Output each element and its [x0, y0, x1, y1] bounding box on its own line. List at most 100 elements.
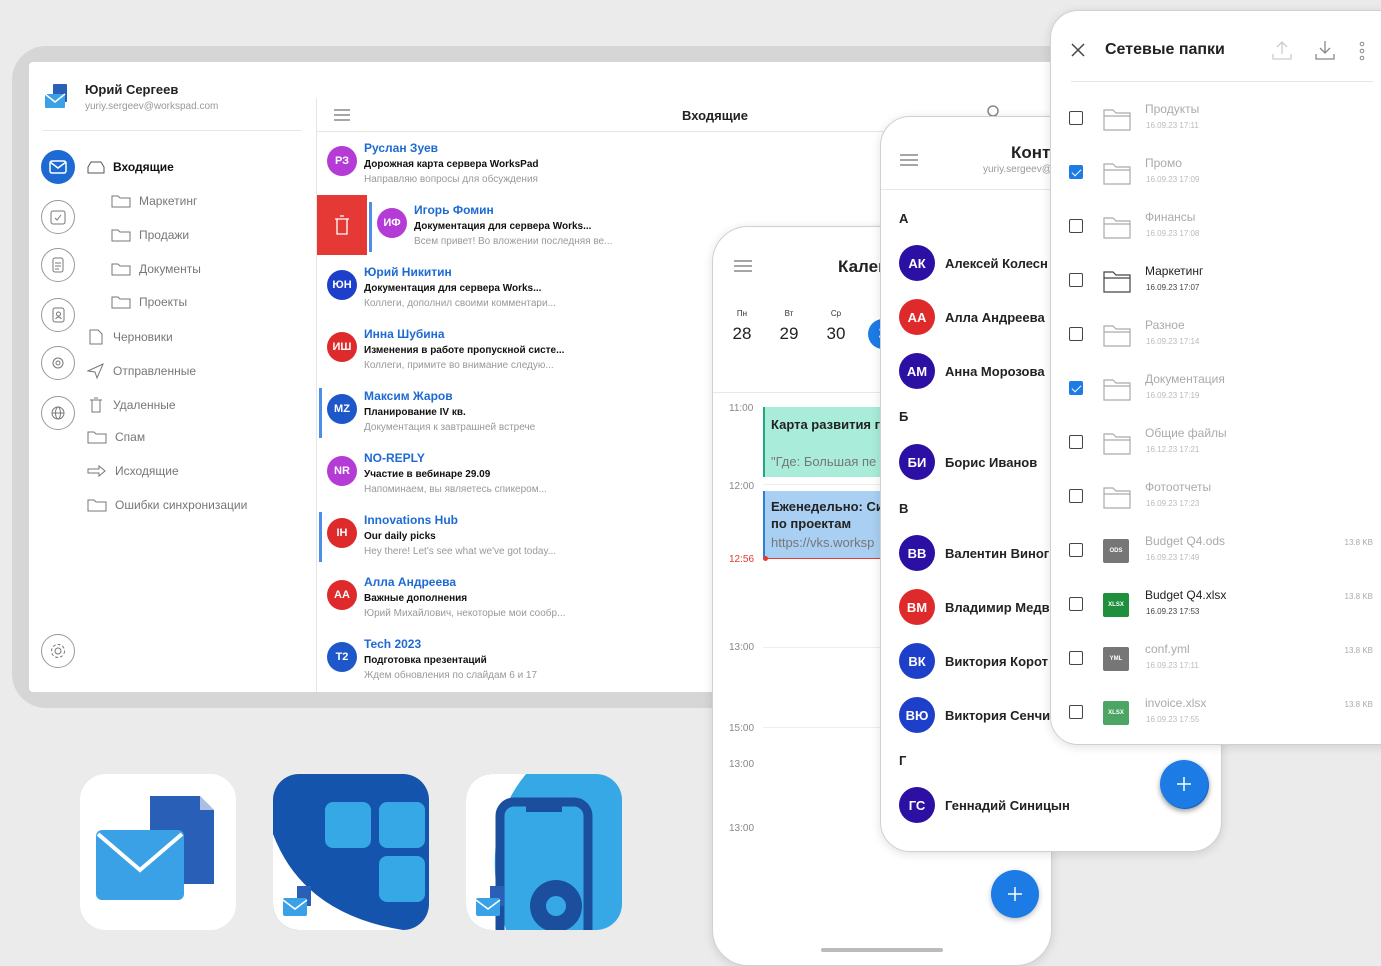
checkbox[interactable]	[1069, 381, 1083, 395]
day-column[interactable]: Ср 30	[821, 309, 851, 344]
contact-name: Анна Морозова	[945, 363, 1045, 379]
file-date: 16.09.23 17:09	[1146, 175, 1200, 184]
contact-name: Алла Андреева	[945, 309, 1045, 325]
device-management-app-icon[interactable]	[466, 774, 622, 930]
mail-icon[interactable]	[41, 150, 75, 184]
contact-name: Валентин Виног	[945, 545, 1050, 561]
contact-item[interactable]: ГС Геннадий Синицын	[899, 785, 1070, 825]
checkbox[interactable]	[1069, 651, 1083, 665]
folder-sync-errors[interactable]: Ошибки синхронизации	[87, 498, 247, 512]
checkbox[interactable]	[1069, 597, 1083, 611]
event-card[interactable]: Еженедельно: Си по проектам https://vks.…	[763, 491, 893, 559]
file-name: invoice.xlsx	[1145, 696, 1207, 710]
mail-item[interactable]: ИШ Инна Шубина Изменения в работе пропускн…	[317, 318, 617, 380]
file-row[interactable]: Общие файлы 16.12.23 17:21	[1051, 417, 1381, 471]
mail-sender: Руслан Зуев	[364, 141, 439, 155]
folder-inbox[interactable]: Входящие	[87, 160, 174, 174]
folder-projects[interactable]: Проекты	[111, 295, 187, 309]
contact-item[interactable]: ВЮ Виктория Сенчи	[899, 695, 1050, 735]
add-event-button[interactable]	[991, 870, 1039, 918]
notes-icon[interactable]	[41, 248, 75, 282]
day-date: 29	[779, 324, 799, 343]
mail-item[interactable]: ЮН Юрий Никитин Документация для сервера W…	[317, 256, 617, 318]
contact-item[interactable]: ВВ Валентин Виног	[899, 533, 1049, 573]
mail-item[interactable]: NR NO-REPLY Участие в вебинаре 29.09 Напоми…	[317, 442, 617, 504]
trash-icon	[335, 215, 349, 235]
netfolders-title: Сетевые папки	[1105, 41, 1225, 58]
day-column[interactable]: Вт 29	[774, 309, 804, 344]
contact-item[interactable]: АА Алла Андреева	[899, 297, 1045, 337]
file-row[interactable]: Маркетинг 16.09.23 17:07	[1051, 255, 1381, 309]
mail-item[interactable]: IH Innovations Hub Our daily picks Hey ther…	[317, 504, 617, 566]
contacts-icon[interactable]	[41, 298, 75, 332]
checkbox[interactable]	[1069, 435, 1083, 449]
file-date: 16.09.23 17:23	[1146, 499, 1200, 508]
checkbox[interactable]	[1069, 165, 1083, 179]
settings-profile-icon[interactable]	[41, 346, 75, 380]
contact-item[interactable]: АК Алексей Колесн	[899, 243, 1048, 283]
folder-label: Черновики	[113, 330, 173, 344]
file-row[interactable]: Фотоотчеты 16.09.23 17:23	[1051, 471, 1381, 525]
add-file-button[interactable]	[1160, 760, 1208, 808]
contact-item[interactable]: БИ Борис Иванов	[899, 442, 1037, 482]
checkbox[interactable]	[1069, 327, 1083, 341]
folder-drafts[interactable]: Черновики	[87, 329, 173, 345]
contact-item[interactable]: АМ Анна Морозова	[899, 351, 1045, 391]
contact-name: Виктория Сенчи	[945, 707, 1051, 723]
contact-item[interactable]: ВК Виктория Корот	[899, 641, 1048, 681]
day-date: 28	[732, 324, 752, 343]
mail-item[interactable]: MZ Максим Жаров Планирование IV кв. Докумен…	[317, 380, 617, 442]
mail-item[interactable]: ИФ Игорь Фомин Документация для сервера Wo…	[367, 194, 667, 256]
checkbox[interactable]	[1069, 111, 1083, 125]
unread-indicator	[369, 202, 372, 252]
divider	[1071, 81, 1373, 82]
folder-outbox[interactable]: Исходящие	[87, 464, 179, 478]
file-row[interactable]: Продукты 16.09.23 17:11	[1051, 93, 1381, 147]
event-title-line2: по проектам	[771, 516, 852, 531]
folder-spam[interactable]: Спам	[87, 430, 145, 444]
checkbox[interactable]	[1069, 489, 1083, 503]
file-row[interactable]: Документация 16.09.23 17:19	[1051, 363, 1381, 417]
mail-sender: Алла Андреева	[364, 575, 457, 589]
mail-app-icon[interactable]	[80, 774, 236, 930]
mail-item[interactable]: АА Алла Андреева Важные дополнения Юрий Мих…	[317, 566, 617, 628]
menu-icon[interactable]	[899, 153, 919, 172]
mail-item[interactable]: РЗ Руслан Зуев Дорожная карта сервера Work…	[317, 132, 617, 194]
folder-sales[interactable]: Продажи	[111, 228, 189, 242]
more-vertical-icon[interactable]	[1358, 41, 1366, 66]
close-icon[interactable]	[1071, 43, 1085, 62]
mail-preview: Ждем обновления по слайдам 6 и 17	[364, 670, 538, 681]
file-row[interactable]: ODS Budget Q4.ods 16.09.23 17:49 13.8 KB	[1051, 525, 1381, 579]
file-row[interactable]: XLSX invoice.xlsx 16.09.23 17:55 13.8 KB	[1051, 687, 1381, 741]
download-icon[interactable]	[1314, 39, 1336, 66]
delete-swipe-button[interactable]	[317, 195, 367, 255]
upload-icon[interactable]	[1271, 39, 1293, 66]
event-card[interactable]: Карта развития г "Где: Большая пе	[763, 407, 893, 477]
workspace-app-icon[interactable]	[273, 774, 429, 930]
menu-icon[interactable]	[733, 259, 753, 278]
folder-deleted[interactable]: Удаленные	[87, 397, 176, 413]
folder-marketing[interactable]: Маркетинг	[111, 194, 197, 208]
contact-item[interactable]: ВМ Владимир Медв	[899, 587, 1050, 627]
folder-sent[interactable]: Отправленные	[87, 363, 196, 379]
file-row[interactable]: XLSX Budget Q4.xlsx 16.09.23 17:53 13.8 KB	[1051, 579, 1381, 633]
globe-icon[interactable]	[41, 396, 75, 430]
avatar: MZ	[327, 394, 357, 424]
menu-icon[interactable]	[333, 108, 351, 127]
day-date: 30	[826, 324, 846, 343]
checkbox[interactable]	[1069, 705, 1083, 719]
avatar: ВМ	[899, 589, 935, 625]
mail-item[interactable]: T2 Tech 2023 Подготовка презентаций Ждем об…	[317, 628, 617, 690]
calendar-icon[interactable]	[41, 200, 75, 234]
file-row[interactable]: Разное 16.09.23 17:14	[1051, 309, 1381, 363]
unread-indicator	[319, 512, 322, 562]
checkbox[interactable]	[1069, 219, 1083, 233]
file-row[interactable]: Промо 16.09.23 17:09	[1051, 147, 1381, 201]
checkbox[interactable]	[1069, 543, 1083, 557]
checkbox[interactable]	[1069, 273, 1083, 287]
file-row[interactable]: YML conf.yml 16.09.23 17:11 13.8 KB	[1051, 633, 1381, 687]
gear-icon[interactable]	[41, 634, 75, 668]
file-row[interactable]: Финансы 16.09.23 17:08	[1051, 201, 1381, 255]
day-column[interactable]: Пн 28	[727, 309, 757, 344]
folder-documents[interactable]: Документы	[111, 262, 201, 276]
